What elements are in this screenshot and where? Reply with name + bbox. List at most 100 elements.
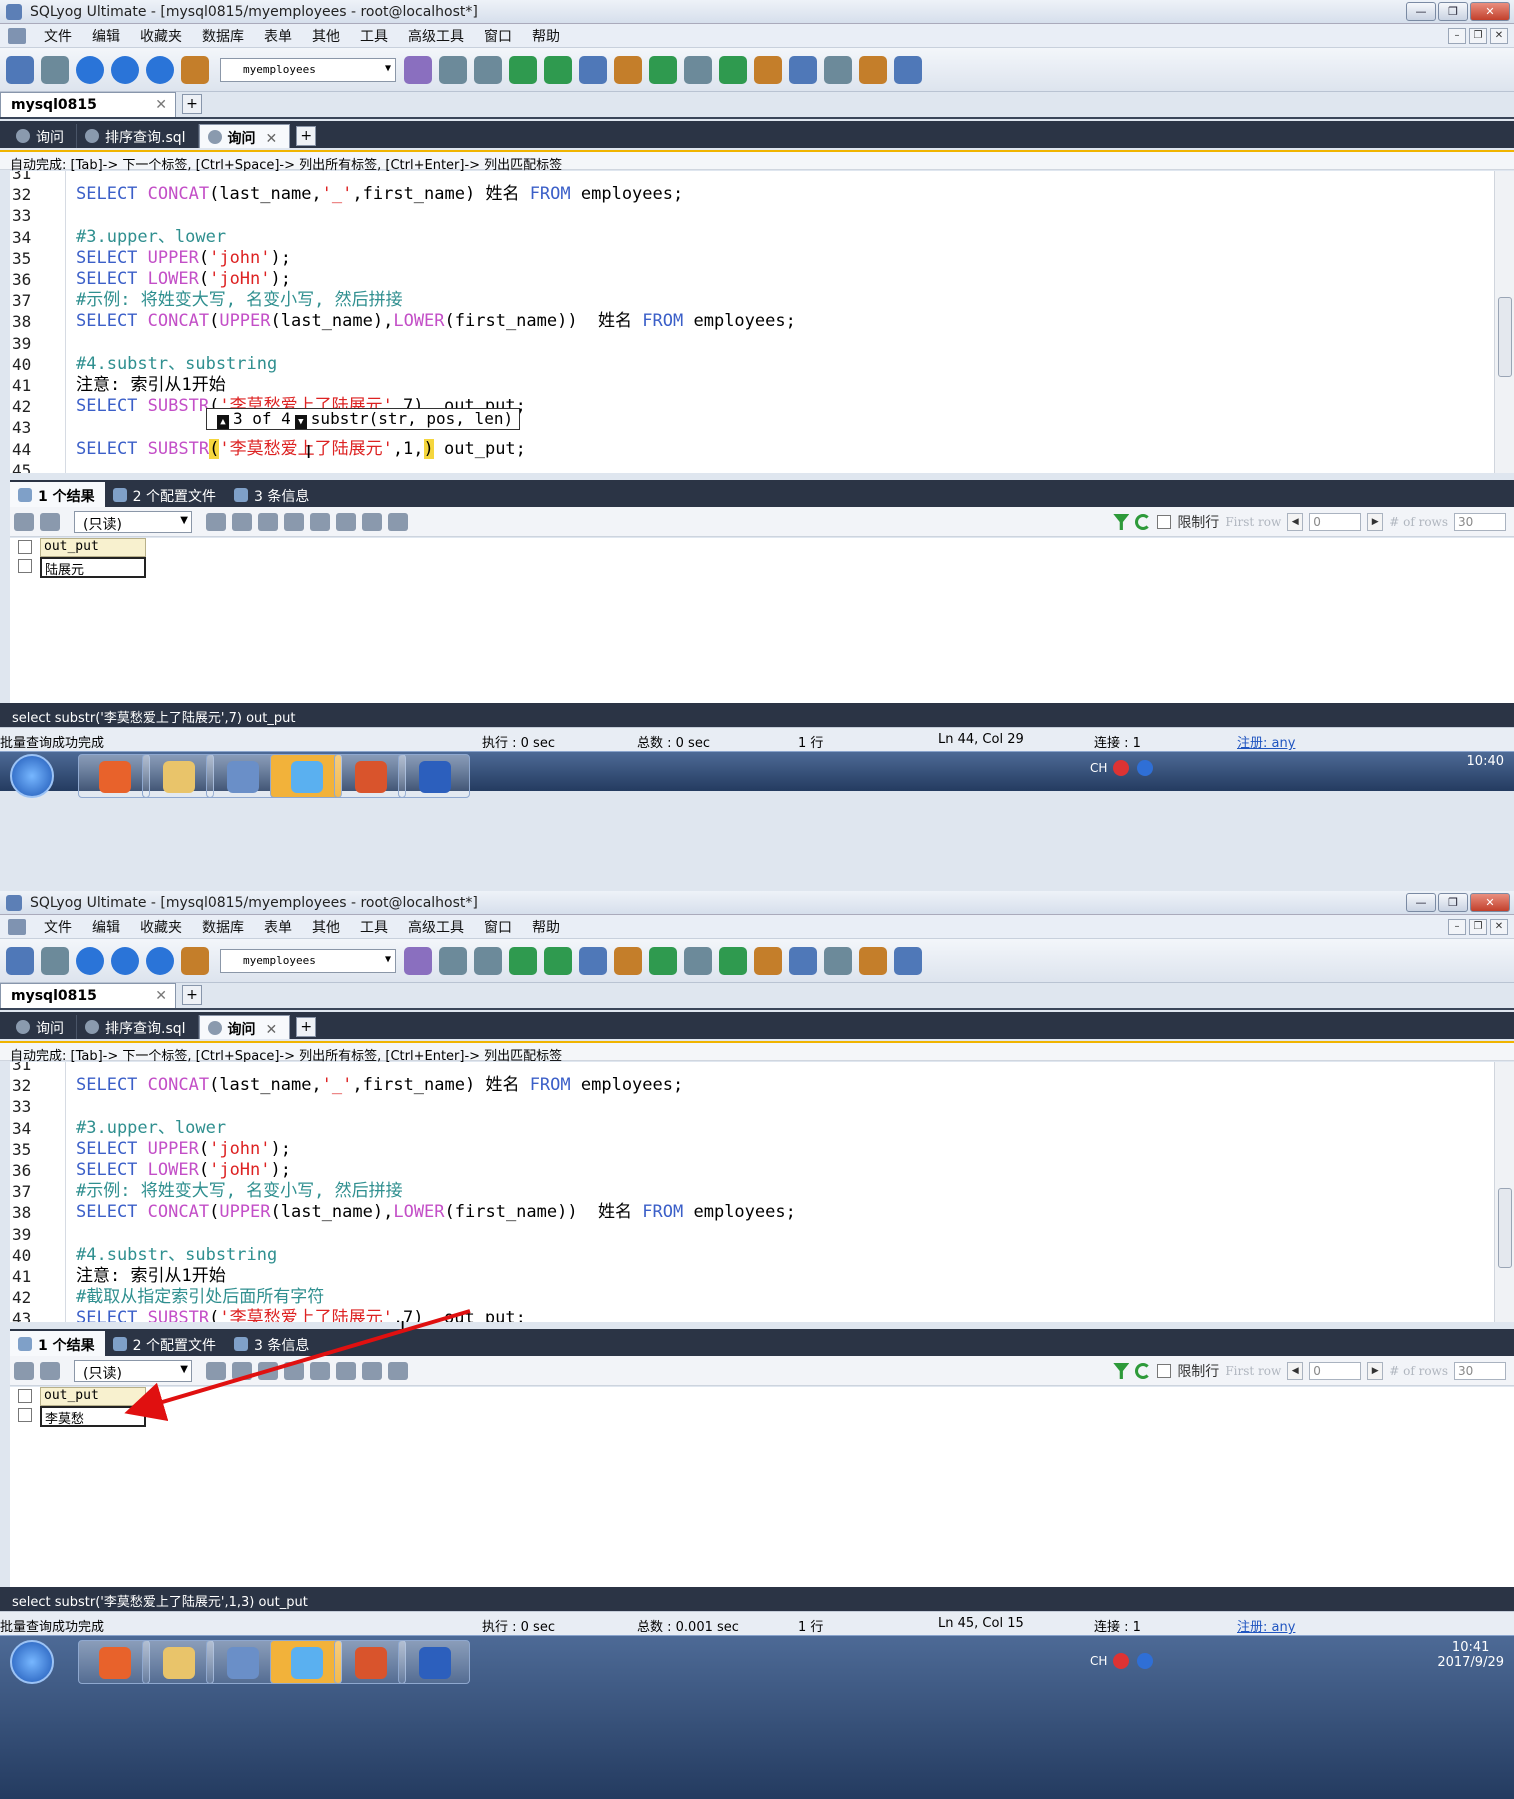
sync-icon[interactable] <box>684 55 712 84</box>
select-all-checkbox[interactable] <box>18 540 32 554</box>
text-mode-icon[interactable] <box>388 1361 408 1380</box>
tab-profiles[interactable]: 2 个配置文件 <box>105 1331 226 1356</box>
minimize-button[interactable]: — <box>1406 2 1436 21</box>
tab-query-1[interactable]: 询问 <box>8 1015 77 1039</box>
arrow-down-icon[interactable]: ▼ <box>294 415 307 429</box>
query-builder-icon[interactable] <box>649 55 677 84</box>
code-line[interactable]: 38 SELECT CONCAT(UPPER(last_name),LOWER(f… <box>10 1202 1494 1223</box>
code-line[interactable]: 34 #3.upper、lower <box>10 1118 1494 1139</box>
stop-icon[interactable] <box>181 55 209 84</box>
code-line[interactable]: 39 <box>10 1224 1494 1245</box>
code-line[interactable]: 32 SELECT CONCAT(last_name,'_',first_name… <box>10 1075 1494 1096</box>
database-selector[interactable]: myemployees ▼ <box>220 948 396 973</box>
export-icon[interactable] <box>544 55 572 84</box>
execute-all-icon[interactable] <box>111 946 139 975</box>
import-icon[interactable] <box>509 946 537 975</box>
menu-advanced-tools[interactable]: 高级工具 <box>408 26 464 46</box>
code-line[interactable]: 37 #示例: 将姓变大写, 名变小写, 然后拼接 <box>10 1181 1494 1202</box>
arrow-up-icon[interactable]: ▲ <box>217 415 229 429</box>
menu-other[interactable]: 其他 <box>312 26 340 46</box>
select-all-checkbox[interactable] <box>18 1389 32 1403</box>
menu-favorites[interactable]: 收藏夹 <box>140 917 182 937</box>
cancel-icon[interactable] <box>310 512 330 531</box>
help-icon[interactable] <box>1137 760 1153 776</box>
export-result-icon[interactable] <box>40 1361 60 1380</box>
job-agent-icon[interactable] <box>754 946 782 975</box>
register-link[interactable]: 注册: any <box>1237 732 1295 751</box>
taskbar-app-5[interactable] <box>334 754 406 798</box>
prev-page-icon[interactable]: ◀ <box>1287 1362 1304 1380</box>
sogou-ime-icon[interactable] <box>1113 1653 1129 1669</box>
tab-query-active[interactable]: 询问 ✕ <box>198 1015 291 1039</box>
tab-messages[interactable]: 3 条信息 <box>226 1331 319 1356</box>
filter-icon[interactable] <box>1113 514 1130 530</box>
menu-table[interactable]: 表单 <box>264 917 292 937</box>
tab-query-1[interactable]: 询问 <box>8 124 77 148</box>
backup-icon[interactable] <box>439 55 467 84</box>
sync-icon[interactable] <box>684 946 712 975</box>
mdi-restore-button[interactable]: ❐ <box>1469 919 1487 935</box>
tab-connection[interactable]: mysql0815 ✕ <box>0 983 176 1008</box>
next-page-icon[interactable]: ▶ <box>1367 513 1384 531</box>
save-icon[interactable] <box>258 512 278 531</box>
menu-file[interactable]: 文件 <box>44 917 72 937</box>
minimize-button[interactable]: — <box>1406 893 1436 912</box>
taskbar-app-2[interactable] <box>142 1640 214 1684</box>
edit-mode-select[interactable]: (只读) ▼ <box>74 1359 192 1382</box>
mdi-minimize-button[interactable]: – <box>1448 28 1466 44</box>
add-connection-button[interactable]: + <box>182 985 202 1005</box>
export-icon[interactable] <box>544 946 572 975</box>
tab-connection[interactable]: mysql0815 ✕ <box>0 92 176 117</box>
prev-page-icon[interactable]: ◀ <box>1287 513 1304 531</box>
mdi-close-button[interactable]: ✕ <box>1490 919 1508 935</box>
menu-advanced-tools[interactable]: 高级工具 <box>408 917 464 937</box>
user-manager-icon[interactable] <box>404 55 432 84</box>
filter-icon[interactable] <box>1113 1363 1130 1379</box>
start-button[interactable] <box>10 754 54 798</box>
taskbar-app-4[interactable] <box>270 754 342 798</box>
menu-table[interactable]: 表单 <box>264 26 292 46</box>
taskbar-app-2[interactable] <box>142 754 214 798</box>
delete-icon[interactable] <box>284 512 304 531</box>
clock[interactable]: 10:41 2017/9/29 <box>1437 1640 1504 1670</box>
schema-icon[interactable] <box>614 55 642 84</box>
monitor-icon[interactable] <box>824 55 852 84</box>
delete-icon[interactable] <box>284 1361 304 1380</box>
new-connection-icon[interactable] <box>6 55 34 84</box>
job-agent-icon[interactable] <box>754 55 782 84</box>
close-icon[interactable]: ✕ <box>266 131 278 147</box>
code-line[interactable]: 44 SELECT SUBSTR('李莫愁爱上了陆展元',1,) out_put; <box>10 438 1494 460</box>
maximize-button[interactable]: ❐ <box>1438 893 1468 912</box>
new-connection-icon[interactable] <box>6 946 34 975</box>
taskbar-app-1[interactable] <box>78 754 150 798</box>
insert-row-icon[interactable] <box>206 1361 226 1380</box>
schema-icon[interactable] <box>614 946 642 975</box>
restore-icon[interactable] <box>474 55 502 84</box>
mdi-close-button[interactable]: ✕ <box>1490 28 1508 44</box>
rows-count-input[interactable]: 30 <box>1454 1362 1506 1380</box>
designer-icon[interactable] <box>894 946 922 975</box>
refresh-icon[interactable] <box>146 55 174 84</box>
close-icon[interactable]: ✕ <box>266 1022 278 1038</box>
language-indicator[interactable]: CH <box>1090 1654 1107 1668</box>
sogou-ime-icon[interactable] <box>1113 760 1129 776</box>
form-mode-icon[interactable] <box>362 1361 382 1380</box>
code-line[interactable]: 36 SELECT LOWER('joHn'); <box>10 1160 1494 1181</box>
menu-other[interactable]: 其他 <box>312 917 340 937</box>
form-mode-icon[interactable] <box>362 512 382 531</box>
close-icon[interactable]: ✕ <box>155 988 167 1004</box>
code-line[interactable]: 35 SELECT UPPER('john'); <box>10 1139 1494 1160</box>
code-line[interactable]: 37 #示例: 将姓变大写, 名变小写, 然后拼接 <box>10 290 1494 311</box>
code-line[interactable]: 41 注意: 索引从1开始 <box>10 375 1494 396</box>
duplicate-row-icon[interactable] <box>232 1361 252 1380</box>
code-line[interactable]: 33 <box>10 205 1494 226</box>
notifications-icon[interactable] <box>789 55 817 84</box>
close-button[interactable]: ✕ <box>1470 2 1510 21</box>
row-checkbox[interactable] <box>18 559 32 573</box>
rows-count-input[interactable]: 30 <box>1454 513 1506 531</box>
taskbar-app-3[interactable] <box>206 754 278 798</box>
report-icon[interactable] <box>859 946 887 975</box>
edit-mode-select[interactable]: (只读) ▼ <box>74 510 192 533</box>
duplicate-row-icon[interactable] <box>232 512 252 531</box>
menu-edit[interactable]: 编辑 <box>92 26 120 46</box>
